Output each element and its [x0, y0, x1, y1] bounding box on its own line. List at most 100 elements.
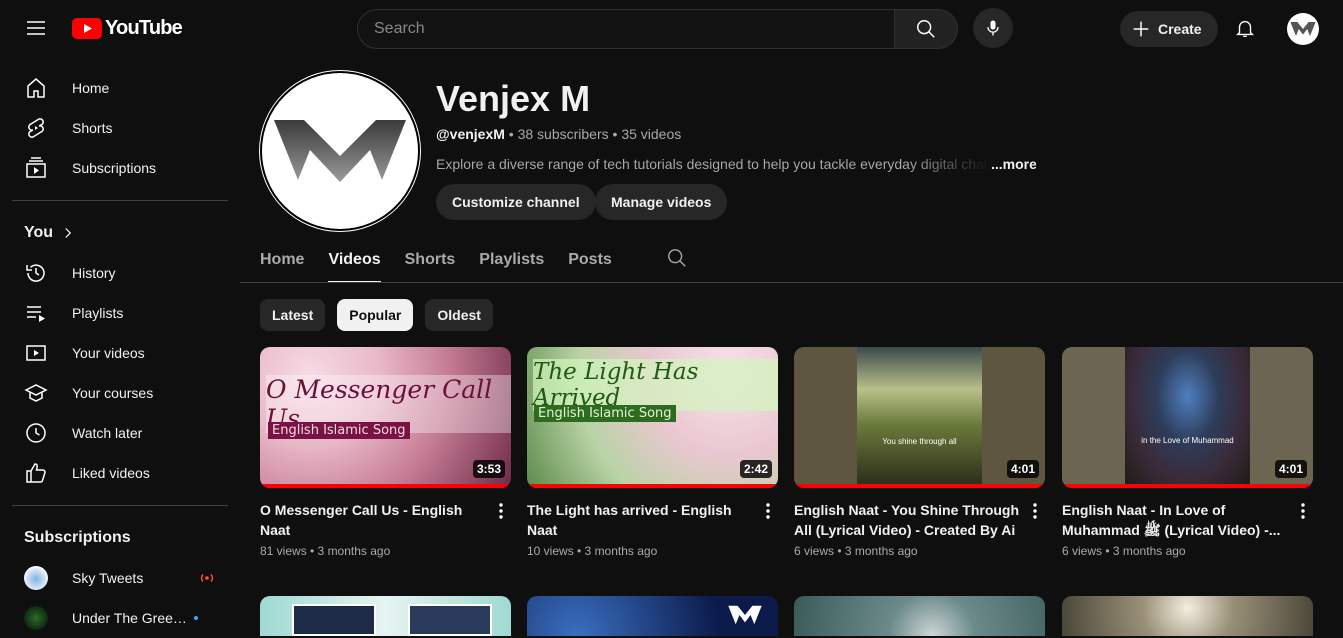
sidebar-item-label: Shorts: [72, 120, 113, 136]
channel-tabs: Home Videos Shorts Playlists Posts: [260, 238, 688, 283]
video-card[interactable]: You shine through all 4:01 English Naat …: [794, 347, 1045, 558]
video-thumbnail[interactable]: O Messenger Call Us English Islamic Song…: [260, 347, 511, 488]
voice-search-button[interactable]: [973, 8, 1013, 48]
sidebar-item-label: Playlists: [72, 305, 124, 321]
tab-posts[interactable]: Posts: [568, 238, 612, 282]
more-actions-button[interactable]: [1025, 499, 1045, 523]
sidebar-item-watch-later[interactable]: Watch later: [12, 413, 228, 453]
manage-videos-button[interactable]: Manage videos: [595, 184, 728, 220]
meta-separator: •: [508, 126, 514, 142]
account-avatar[interactable]: [1287, 13, 1319, 45]
more-vert-icon: [499, 503, 503, 519]
sidebar-item-your-videos[interactable]: Your videos: [12, 333, 228, 373]
sidebar-item-playlists[interactable]: Playlists: [12, 293, 228, 333]
subscriptions-label: Subscriptions: [24, 529, 131, 546]
tab-shorts[interactable]: Shorts: [405, 238, 456, 282]
sidebar-item-label: Watch later: [72, 425, 143, 441]
search-bar: [357, 9, 958, 49]
plus-icon: [1133, 21, 1149, 37]
channel-avatar[interactable]: [260, 71, 420, 231]
thumbnail-image: [408, 604, 492, 636]
video-title[interactable]: O Messenger Call Us - English Naat: [260, 500, 486, 540]
sidebar-subscription-sky-tweets[interactable]: Sky Tweets: [12, 558, 228, 598]
sidebar-item-liked-videos[interactable]: Liked videos: [12, 453, 228, 493]
chip-oldest[interactable]: Oldest: [425, 299, 493, 331]
video-thumbnail[interactable]: [794, 596, 1045, 636]
bell-icon: [1236, 20, 1254, 37]
video-thumbnail[interactable]: [1062, 596, 1313, 636]
video-title[interactable]: English Naat - In Love of Muhammad ﷺ (Ly…: [1062, 500, 1288, 540]
video-meta: 6 views • 3 months ago: [1062, 544, 1186, 558]
video-card[interactable]: [260, 596, 511, 636]
tab-videos[interactable]: Videos: [328, 238, 381, 283]
video-card[interactable]: The Light Has Arrived English Islamic So…: [527, 347, 778, 558]
search-button[interactable]: [894, 9, 958, 49]
notifications-button[interactable]: [1225, 8, 1265, 48]
video-title[interactable]: The Light has arrived - English Naat: [527, 500, 753, 540]
sidebar-item-label: History: [72, 265, 116, 281]
video-card[interactable]: [1062, 596, 1313, 636]
channel-name: Venjex M: [436, 78, 591, 119]
watch-progress-bar: [527, 484, 778, 488]
menu-button[interactable]: [16, 8, 56, 48]
channel-page: Venjex M @venjexM • 38 subscribers • 35 …: [240, 56, 1343, 636]
thumbnail-caption: in the Love of Muhammad: [1141, 436, 1234, 445]
sort-chips: Latest Popular Oldest: [260, 299, 493, 331]
channel-handle: @venjexM: [436, 126, 505, 142]
sidebar-item-shorts[interactable]: Shorts: [12, 108, 228, 148]
courses-icon: [24, 381, 48, 405]
youtube-play-icon: [72, 18, 102, 39]
search-input[interactable]: [357, 9, 894, 49]
like-icon: [24, 461, 48, 485]
sidebar-item-history[interactable]: History: [12, 253, 228, 293]
more-actions-button[interactable]: [758, 499, 778, 523]
video-title[interactable]: English Naat - You Shine Through All (Ly…: [794, 500, 1020, 540]
watch-progress-bar: [794, 484, 1045, 488]
tab-home[interactable]: Home: [260, 238, 304, 282]
video-thumbnail[interactable]: in the Love of Muhammad 4:01: [1062, 347, 1313, 488]
video-thumbnail[interactable]: [260, 596, 511, 636]
video-count: 35 videos: [621, 126, 682, 142]
channel-logo-icon: [1290, 22, 1316, 36]
more-actions-button[interactable]: [491, 499, 511, 523]
avatar: [24, 566, 48, 590]
create-button[interactable]: Create: [1120, 11, 1218, 47]
sidebar-you-header[interactable]: You: [12, 213, 228, 253]
sidebar-item-label: Your courses: [72, 385, 154, 401]
video-card[interactable]: O Messenger Call Us English Islamic Song…: [260, 347, 511, 558]
video-duration: 3:53: [472, 460, 505, 478]
video-thumbnail[interactable]: The Light Has Arrived English Islamic So…: [527, 347, 778, 488]
video-meta: 6 views • 3 months ago: [794, 544, 918, 558]
video-meta: 10 views • 3 months ago: [527, 544, 658, 558]
sidebar-item-label: Subscriptions: [72, 160, 157, 176]
video-duration: 4:01: [1006, 460, 1039, 478]
channel-description[interactable]: Explore a diverse range of tech tutorial…: [436, 156, 1036, 172]
logo-text: YouTube: [105, 17, 183, 39]
channel-search-button[interactable]: [666, 247, 688, 274]
video-card[interactable]: [527, 596, 778, 636]
subscription-name: Under The Green...: [72, 610, 188, 626]
sidebar: Home Shorts Subscriptions You History Pl…: [0, 56, 240, 633]
thumbnail-image: [292, 604, 376, 636]
more-actions-button[interactable]: [1293, 499, 1313, 523]
chip-popular[interactable]: Popular: [337, 299, 414, 331]
shorts-icon: [24, 116, 48, 140]
sidebar-item-label: Your videos: [72, 345, 145, 361]
sidebar-item-label: Home: [72, 80, 110, 96]
video-card[interactable]: in the Love of Muhammad 4:01 English Naa…: [1062, 347, 1313, 558]
more-link[interactable]: ...more: [991, 156, 1036, 172]
sidebar-item-your-courses[interactable]: Your courses: [12, 373, 228, 413]
chip-latest[interactable]: Latest: [260, 299, 326, 331]
video-card[interactable]: [794, 596, 1045, 636]
sidebar-item-home[interactable]: Home: [12, 68, 228, 108]
sidebar-subscription-under-the-green[interactable]: Under The Green...: [12, 598, 228, 638]
youtube-logo[interactable]: YouTube: [72, 17, 183, 40]
video-thumbnail[interactable]: You shine through all 4:01: [794, 347, 1045, 488]
microphone-icon: [987, 20, 999, 36]
tab-playlists[interactable]: Playlists: [479, 238, 544, 282]
customize-channel-button[interactable]: Customize channel: [436, 184, 596, 220]
sidebar-item-subscriptions[interactable]: Subscriptions: [12, 148, 228, 188]
video-thumbnail[interactable]: [527, 596, 778, 636]
subscription-name: Sky Tweets: [72, 570, 144, 586]
tabs-divider: [240, 282, 1343, 283]
